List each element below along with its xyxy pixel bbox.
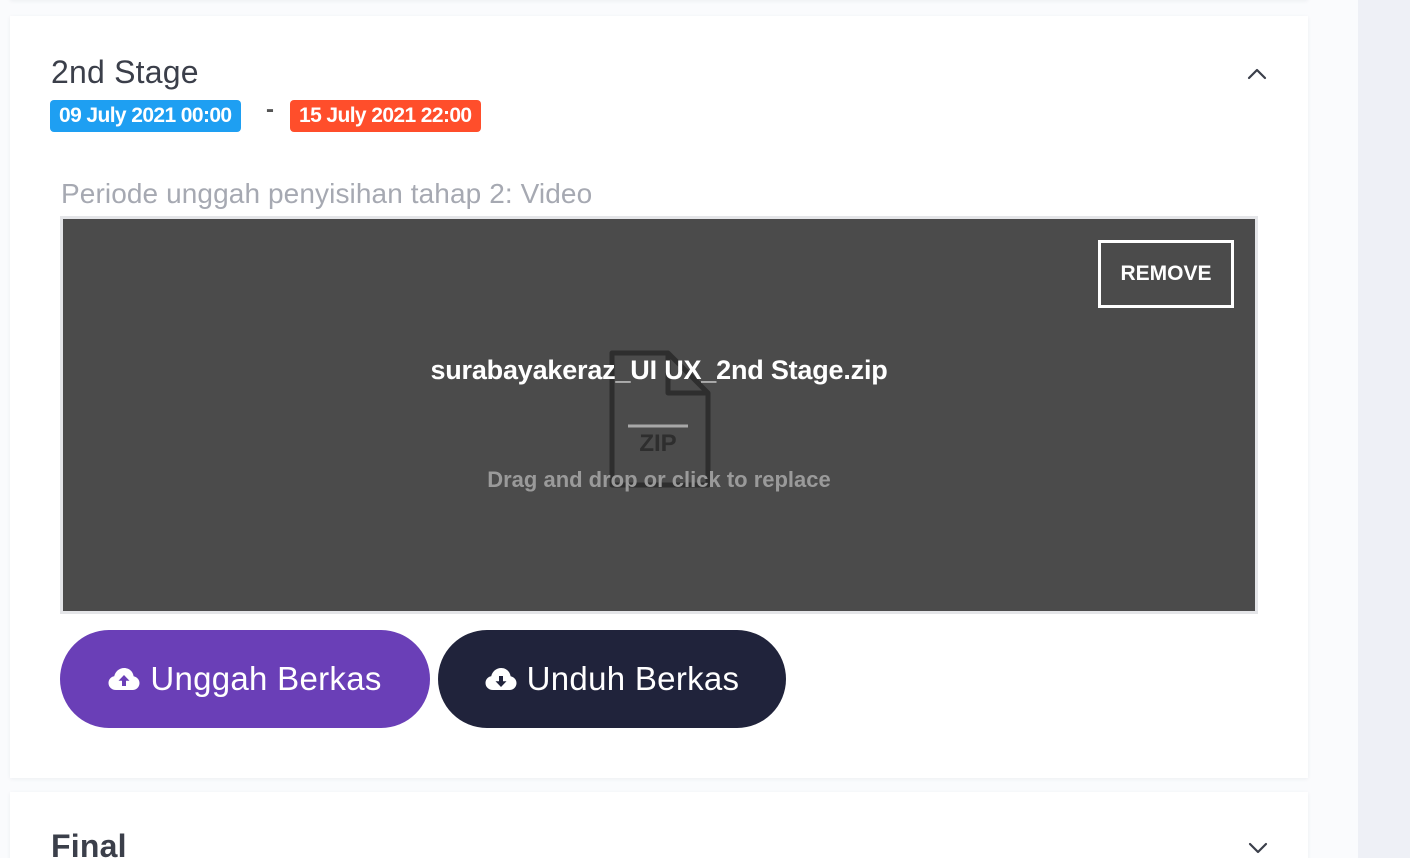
download-file-button[interactable]: Unduh Berkas [438, 630, 786, 728]
stage-title: 2nd Stage [51, 54, 199, 90]
uploaded-file-name: surabayakeraz_UI UX_2nd Stage.zip [430, 355, 888, 385]
cloud-download-icon [485, 668, 517, 690]
chevron-down-icon[interactable] [1247, 837, 1269, 858]
file-dropzone[interactable]: ZIP surabayakeraz_UI UX_2nd Stage.zip Dr… [60, 216, 1258, 614]
final-stage-title: Final [51, 828, 127, 858]
upload-file-button[interactable]: Unggah Berkas [60, 630, 430, 728]
stage-card: 2nd Stage 09 July 2021 00:00 - 15 July 2… [10, 16, 1308, 778]
date-separator: - [266, 96, 274, 123]
replace-instruction: Drag and drop or click to replace [487, 467, 831, 492]
download-button-label: Unduh Berkas [526, 660, 740, 697]
end-date-badge: 15 July 2021 22:00 [290, 100, 481, 132]
zip-file-type-label: ZIP [639, 430, 676, 457]
upload-period-label: Periode unggah penyisihan tahap 2: Video [61, 178, 593, 209]
remove-file-button[interactable]: REMOVE [1098, 240, 1234, 308]
final-stage-card: Final [10, 792, 1308, 858]
chevron-up-icon[interactable] [1246, 63, 1268, 85]
upload-button-label: Unggah Berkas [150, 660, 382, 697]
cloud-upload-icon [108, 668, 140, 690]
right-scroll-area [1358, 0, 1410, 858]
start-date-badge: 09 July 2021 00:00 [50, 100, 241, 132]
